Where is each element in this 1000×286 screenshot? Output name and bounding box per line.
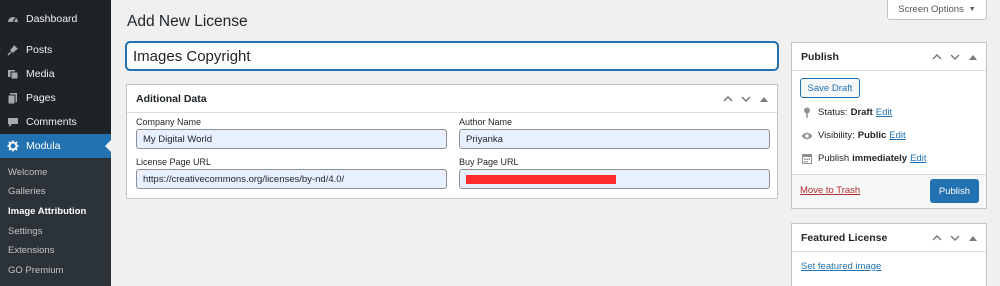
company-name-label: Company Name xyxy=(136,117,202,127)
sidebar-item-label: Media xyxy=(26,68,55,80)
author-name-input[interactable] xyxy=(459,129,770,149)
submenu-item-go-premium[interactable]: GO Premium xyxy=(8,265,63,276)
chevron-up-icon[interactable] xyxy=(930,54,944,60)
box-handle-actions xyxy=(930,43,980,71)
additional-data-title: Aditional Data xyxy=(136,92,207,105)
box-handle-actions xyxy=(721,85,771,113)
additional-data-box: Aditional Data Company Name Author Name … xyxy=(126,84,778,199)
publish-box: Publish Save Draft Status: Draft Edit Vi… xyxy=(791,42,987,209)
move-to-trash-link[interactable]: Move to Trash xyxy=(800,185,860,196)
modula-submenu: Welcome Galleries Image Attribution Sett… xyxy=(0,158,111,286)
chevron-down-icon[interactable] xyxy=(948,235,962,241)
save-draft-button[interactable]: Save Draft xyxy=(800,78,860,98)
chevron-up-icon[interactable] xyxy=(721,96,735,102)
edit-schedule-link[interactable]: Edit xyxy=(910,153,926,164)
chevron-down-icon[interactable] xyxy=(948,54,962,60)
schedule-label: Publish xyxy=(818,153,850,164)
collapse-toggle-icon[interactable] xyxy=(966,54,980,60)
redaction-bar xyxy=(466,175,616,184)
status-label: Status: xyxy=(818,107,848,118)
calendar-icon xyxy=(801,153,813,164)
collapse-toggle-icon[interactable] xyxy=(757,96,771,102)
license-title-input[interactable] xyxy=(126,42,778,70)
dashboard-icon xyxy=(6,12,20,26)
box-handle-actions xyxy=(930,224,980,252)
collapse-toggle-icon[interactable] xyxy=(966,235,980,241)
featured-license-header: Featured License xyxy=(792,224,986,252)
publish-button[interactable]: Publish xyxy=(930,179,979,203)
additional-data-header: Aditional Data xyxy=(127,85,777,113)
submenu-item-image-attribution[interactable]: Image Attribution xyxy=(8,206,86,217)
sidebar-item-media[interactable]: Media xyxy=(0,62,111,86)
visibility-value: Public xyxy=(857,130,887,141)
sidebar-item-label: Modula xyxy=(26,140,61,152)
submenu-item-galleries[interactable]: Galleries xyxy=(8,186,46,197)
sidebar-item-modula[interactable]: Modula xyxy=(0,134,111,158)
caret-down-icon: ▼ xyxy=(968,6,976,13)
featured-license-title: Featured License xyxy=(801,231,888,244)
sidebar-item-label: Dashboard xyxy=(26,13,78,25)
edit-status-link[interactable]: Edit xyxy=(876,107,892,118)
buy-page-url-label: Buy Page URL xyxy=(459,157,519,167)
screen-options-label: Screen Options xyxy=(898,4,964,15)
chevron-down-icon[interactable] xyxy=(739,96,753,102)
media-icon xyxy=(6,67,20,81)
edit-visibility-link[interactable]: Edit xyxy=(889,130,905,141)
company-name-input[interactable] xyxy=(136,129,447,149)
featured-license-box: Featured License Set featured image xyxy=(791,223,987,286)
publish-actions: Move to Trash Publish xyxy=(792,174,986,208)
submenu-item-welcome[interactable]: Welcome xyxy=(8,167,47,178)
chevron-up-icon[interactable] xyxy=(930,235,944,241)
submenu-item-settings[interactable]: Settings xyxy=(8,226,42,237)
pin-icon xyxy=(6,43,20,57)
schedule-value: immediately xyxy=(852,153,908,164)
status-row: Status: Draft Edit xyxy=(801,107,892,118)
comment-icon xyxy=(6,115,20,129)
page-title: Add New License xyxy=(127,13,248,30)
sidebar-item-pages[interactable]: Pages xyxy=(0,86,111,110)
sidebar-item-label: Pages xyxy=(26,92,56,104)
pages-icon xyxy=(6,91,20,105)
schedule-row: Publish immediately Edit xyxy=(801,153,926,164)
sidebar-item-dashboard[interactable]: Dashboard xyxy=(0,7,111,31)
license-page-url-input[interactable] xyxy=(136,169,447,189)
submenu-item-extensions[interactable]: Extensions xyxy=(8,245,54,256)
admin-sidebar: Dashboard Posts Media Pages Comments Mod… xyxy=(0,0,111,286)
license-page-url-label: License Page URL xyxy=(136,157,212,167)
sidebar-item-label: Comments xyxy=(26,116,77,128)
author-name-label: Author Name xyxy=(459,117,513,127)
visibility-row: Visibility: Public Edit xyxy=(801,130,906,141)
sidebar-item-label: Posts xyxy=(26,44,53,56)
gear-icon xyxy=(6,139,20,153)
pin-icon xyxy=(801,107,813,118)
buy-page-url-input[interactable] xyxy=(459,169,770,189)
eye-icon xyxy=(801,132,813,140)
visibility-label: Visibility: xyxy=(818,130,855,141)
sidebar-item-comments[interactable]: Comments xyxy=(0,110,111,134)
set-featured-image-link[interactable]: Set featured image xyxy=(801,261,881,272)
screen-options-button[interactable]: Screen Options ▼ xyxy=(887,0,987,20)
publish-title: Publish xyxy=(801,50,839,63)
sidebar-item-posts[interactable]: Posts xyxy=(0,38,111,62)
status-value: Draft xyxy=(850,107,873,118)
publish-header: Publish xyxy=(792,43,986,71)
